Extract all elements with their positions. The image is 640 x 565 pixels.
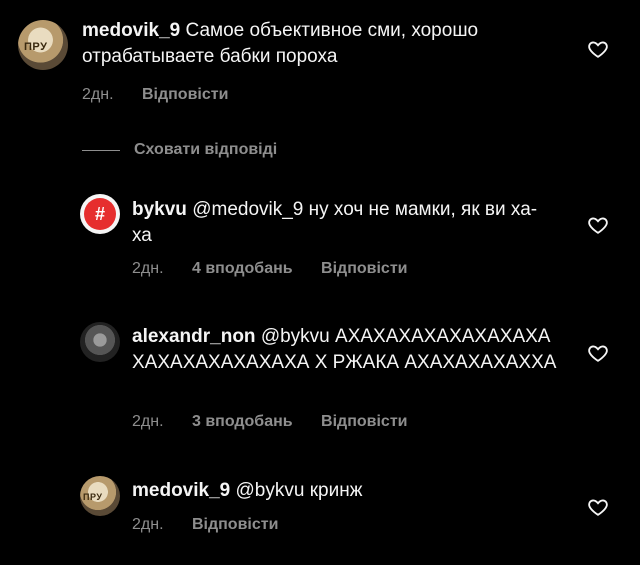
reply-button[interactable]: Відповісти [321, 413, 407, 430]
hashtag-icon: # [94, 203, 105, 224]
avatar[interactable]: ПРУ [80, 476, 120, 516]
comment-text: alexandr_non @bykvu АХАХАХАХАХАХАХАХАХАХ… [132, 324, 562, 376]
timestamp: 2дн. [132, 516, 164, 533]
comment-meta: 2дн. 4 вподобань Відповісти [132, 260, 432, 278]
hide-replies-toggle[interactable]: Сховати відповіді [82, 140, 277, 160]
avatar[interactable]: # [80, 194, 120, 234]
comment-body: кринж [309, 480, 363, 501]
divider [82, 149, 120, 151]
avatar[interactable]: ПРУ [18, 20, 68, 70]
reply-button[interactable]: Відповісти [192, 516, 278, 533]
heart-icon[interactable] [587, 214, 609, 236]
username[interactable]: alexandr_non [132, 326, 256, 347]
hide-replies-label: Сховати відповіді [134, 141, 278, 158]
timestamp: 2дн. [132, 260, 164, 277]
avatar[interactable] [80, 322, 120, 362]
likes-count[interactable]: 3 вподобань [192, 413, 293, 430]
comment-meta: 2дн. 3 вподобань Відповісти [132, 413, 432, 431]
username[interactable]: medovik_9 [132, 480, 230, 501]
avatar-label: ПРУ [24, 41, 48, 53]
timestamp: 2дн. [132, 413, 164, 430]
likes-count[interactable]: 4 вподобань [192, 260, 293, 277]
username[interactable]: medovik_9 [82, 20, 180, 41]
avatar-label: ПРУ [83, 492, 103, 502]
comment-meta: 2дн. Відповісти [82, 86, 252, 104]
comment-meta: 2дн. Відповісти [132, 516, 302, 534]
reply-button[interactable]: Відповісти [321, 260, 407, 277]
heart-icon[interactable] [587, 342, 609, 364]
mention-link[interactable]: @bykvu [236, 480, 305, 501]
mention-link[interactable]: @medovik_9 [192, 199, 303, 220]
comment-text: medovik_9 @bykvu кринж [132, 478, 552, 504]
username[interactable]: bykvu [132, 199, 187, 220]
mention-link[interactable]: @bykvu [261, 326, 330, 347]
reply-button[interactable]: Відповісти [142, 86, 228, 103]
comment-text: medovik_9 Самое объективное сми, хорошо … [82, 18, 562, 70]
comment-text: bykvu @medovik_9 ну хоч не мамки, як ви … [132, 197, 552, 249]
timestamp: 2дн. [82, 86, 114, 103]
heart-icon[interactable] [587, 38, 609, 60]
heart-icon[interactable] [587, 496, 609, 518]
